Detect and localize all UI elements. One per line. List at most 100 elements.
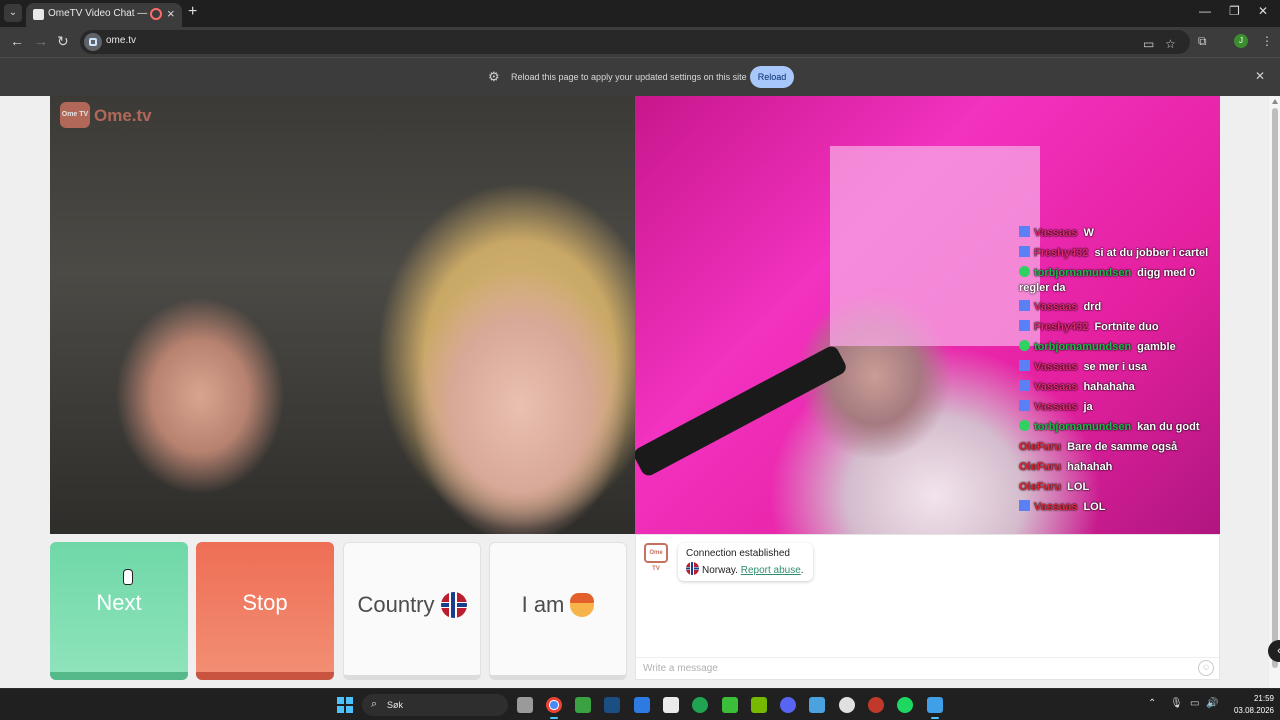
overlay-chat-text: se mer i usa bbox=[1083, 361, 1148, 373]
steam-icon[interactable] bbox=[604, 697, 620, 713]
tray-chevron-icon[interactable]: ⌃ bbox=[1148, 698, 1156, 709]
twitch-icon bbox=[1019, 360, 1030, 371]
cast-icon[interactable]: ▭ bbox=[1143, 37, 1154, 51]
overlay-chat-line: Vassaas LOL bbox=[1019, 500, 1219, 516]
stranger-video bbox=[50, 96, 635, 534]
volume-icon[interactable]: 🔊 bbox=[1206, 698, 1218, 709]
xbox-icon[interactable] bbox=[722, 697, 738, 713]
close-window-button[interactable]: ✕ bbox=[1258, 4, 1268, 18]
minecraft-icon[interactable] bbox=[575, 697, 591, 713]
forward-button[interactable]: → bbox=[34, 33, 48, 49]
message-input[interactable] bbox=[636, 657, 1219, 679]
overlay-chat-user: Freshy432 bbox=[1034, 321, 1089, 333]
next-label: Next bbox=[96, 590, 142, 615]
windows-start-icon[interactable] bbox=[337, 697, 353, 713]
next-button[interactable]: Next bbox=[50, 542, 188, 680]
opera-gx-icon[interactable] bbox=[868, 697, 884, 713]
overlay-chat-line: Vassaas W bbox=[1019, 226, 1219, 242]
twitch-icon bbox=[1019, 380, 1030, 391]
taskbar-search[interactable]: ⌕ Søk bbox=[362, 694, 508, 716]
chat-panel: Ome TV Connection established Norway. Re… bbox=[635, 534, 1220, 680]
extensions-icon[interactable]: ⧉ bbox=[1198, 34, 1207, 49]
reload-infobar: ⚙ Reload this page to apply your updated… bbox=[0, 57, 1280, 96]
twitch-icon bbox=[1019, 400, 1030, 411]
overlay-chat-line: OleFuru hahahah bbox=[1019, 460, 1219, 476]
overlay-chat-text: kan du godt bbox=[1137, 421, 1200, 433]
settings-gear-icon: ⚙ bbox=[488, 69, 500, 84]
emoji-picker-icon[interactable]: ☺ bbox=[1198, 660, 1214, 676]
kick-icon bbox=[1019, 340, 1030, 351]
norway-flag-small-icon bbox=[686, 562, 699, 575]
spotify-icon[interactable] bbox=[897, 697, 913, 713]
overlay-chat-text: ja bbox=[1083, 401, 1093, 413]
overlay-chat-user: Vassaas bbox=[1034, 361, 1078, 373]
kebab-menu-icon[interactable]: ⋮ bbox=[1261, 34, 1273, 48]
overlay-chat-text: W bbox=[1083, 227, 1094, 239]
overlay-chat-line: Vassaas se mer i usa bbox=[1019, 360, 1219, 376]
search-icon: ⌕ bbox=[371, 698, 378, 710]
browser-toolbar: ← → ↻ ome.tv ▭ ☆ ⧉ J ⋮ bbox=[0, 27, 1280, 57]
twitch-icon bbox=[1019, 320, 1030, 331]
overlay-chat-text: drd bbox=[1083, 301, 1102, 313]
gender-button[interactable]: I am bbox=[489, 542, 627, 680]
overlay-chat-user: Vassaas bbox=[1034, 501, 1078, 513]
stop-button[interactable]: Stop bbox=[196, 542, 334, 680]
overlay-chat-user: torbjornamundsen bbox=[1034, 421, 1132, 433]
reload-button[interactable]: ↻ bbox=[57, 33, 69, 50]
infobar-reload-button[interactable]: Reload bbox=[750, 66, 794, 88]
minimize-button[interactable]: — bbox=[1199, 4, 1211, 18]
new-tab-button[interactable]: + bbox=[188, 3, 197, 21]
network-icon[interactable]: ▭ bbox=[1190, 698, 1199, 709]
overlay-chat-line: OleFuru LOL bbox=[1019, 480, 1219, 496]
profile-avatar[interactable]: J bbox=[1234, 34, 1248, 48]
overlay-chat-text: gamble bbox=[1137, 341, 1176, 353]
report-abuse-link[interactable]: Report abuse bbox=[741, 565, 801, 576]
ometv-system-avatar: Ome TV bbox=[644, 543, 668, 572]
tab-recording-icon bbox=[150, 8, 162, 20]
chrome-icon[interactable] bbox=[546, 697, 562, 719]
capcut-icon[interactable] bbox=[663, 697, 679, 713]
taskbar-clock[interactable]: 21:59 03.08.2026 bbox=[1222, 693, 1274, 717]
boy-emoji-icon bbox=[570, 593, 595, 617]
country-button[interactable]: Country bbox=[343, 542, 481, 680]
tab-title: OmeTV Video Chat — Ome bbox=[48, 8, 148, 19]
overlay-chat-user: Vassaas bbox=[1034, 301, 1078, 313]
app-icon[interactable] bbox=[927, 697, 943, 719]
photos-icon[interactable] bbox=[809, 697, 825, 713]
restore-button[interactable]: ❐ bbox=[1229, 4, 1240, 18]
taskbar-search-label: Søk bbox=[387, 700, 404, 710]
infobar-close-icon[interactable]: ✕ bbox=[1255, 69, 1265, 83]
twitch-icon bbox=[1019, 246, 1030, 257]
overlay-chat-user: Vassaas bbox=[1034, 401, 1078, 413]
microphone-icon[interactable]: 🎙 bbox=[1170, 698, 1183, 709]
gamepass-icon[interactable] bbox=[692, 697, 708, 713]
report-suffix: . bbox=[800, 565, 804, 576]
url-text: ome.tv bbox=[106, 35, 137, 46]
clock-time: 21:59 bbox=[1253, 694, 1274, 703]
overlay-chat-user: Freshy432 bbox=[1034, 247, 1089, 259]
overlay-chat-line: torbjornamundsen gamble bbox=[1019, 340, 1219, 356]
active-tab[interactable]: OmeTV Video Chat — Ome × bbox=[26, 3, 182, 27]
back-button[interactable]: ← bbox=[10, 33, 24, 49]
twitch-icon bbox=[1019, 226, 1030, 237]
bookmark-star-icon[interactable]: ☆ bbox=[1165, 37, 1176, 51]
microphone-arm bbox=[635, 343, 849, 479]
scrollbar-thumb[interactable] bbox=[1272, 108, 1278, 668]
tab-close-icon[interactable]: × bbox=[167, 6, 175, 21]
discord-icon[interactable] bbox=[780, 697, 796, 713]
stop-label: Stop bbox=[242, 590, 288, 615]
tab-favicon-icon bbox=[33, 9, 44, 20]
nvidia-icon[interactable] bbox=[751, 697, 767, 713]
address-bar[interactable]: ome.tv ▭ ☆ bbox=[80, 30, 1190, 54]
overlay-chat-line: torbjornamundsen kan du godt bbox=[1019, 420, 1219, 436]
task-view-icon[interactable] bbox=[517, 697, 533, 713]
wall-poster bbox=[830, 146, 1040, 346]
site-info-icon[interactable] bbox=[84, 33, 102, 51]
tab-search-button[interactable]: ⌄ bbox=[4, 4, 22, 22]
obs-icon[interactable] bbox=[839, 697, 855, 713]
windows-taskbar: ⌕ Søk ⌃ 🎙 ▭ 🔊 21:59 03.08.2026 bbox=[0, 688, 1280, 720]
overlay-chat-user: Vassaas bbox=[1034, 227, 1078, 239]
iam-label: I am bbox=[521, 592, 565, 617]
visual-studio-icon[interactable] bbox=[634, 697, 650, 713]
scroll-up-arrow-icon[interactable] bbox=[1272, 99, 1278, 104]
